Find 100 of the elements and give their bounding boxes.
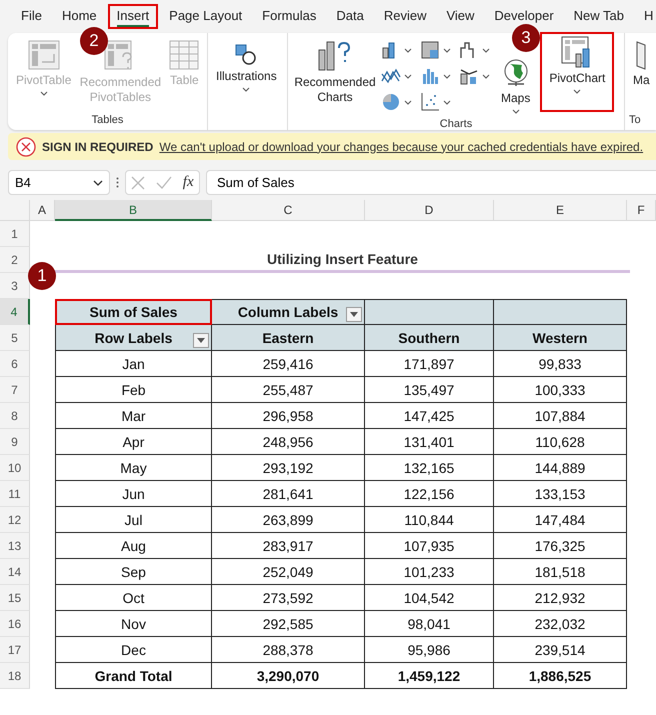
row-label-cell: Jan — [55, 351, 212, 377]
hierarchy-chart-icon — [420, 40, 440, 60]
notice-link[interactable]: We can't upload or download your changes because your cached credentials have expired. — [159, 140, 644, 154]
ribbon-tab[interactable]: H — [635, 4, 656, 29]
caret-icon — [404, 74, 412, 78]
table-cell: 181,518 — [494, 559, 627, 585]
row-header[interactable]: 4 — [0, 299, 30, 325]
column-header-cell: Southern — [365, 325, 494, 351]
pie-chart-icon — [381, 92, 401, 112]
ribbon-tab[interactable]: Data — [327, 4, 373, 29]
ribbon-tab[interactable]: New Tab — [564, 4, 634, 29]
row-label-cell: Feb — [55, 377, 212, 403]
table-cell: 144,889 — [494, 455, 627, 481]
row-header[interactable]: 5 — [0, 325, 30, 351]
caret-icon — [404, 100, 412, 104]
row-header[interactable]: 7 — [0, 377, 30, 403]
error-icon — [16, 136, 36, 156]
row-label-cell: Jun — [55, 481, 212, 507]
table-cell: 133,153 — [494, 481, 627, 507]
table-cell: 292,585 — [212, 611, 365, 637]
row-header[interactable]: 13 — [0, 533, 30, 559]
table-cell: 99,833 — [494, 351, 627, 377]
table-cell: 293,192 — [212, 455, 365, 481]
column-header[interactable]: A — [30, 200, 55, 221]
insert-function-button[interactable]: fx — [182, 174, 194, 191]
filter-button[interactable] — [346, 307, 362, 322]
ribbon-tab[interactable]: File — [12, 4, 51, 29]
row-header[interactable]: 17 — [0, 637, 30, 663]
table-cell: 263,899 — [212, 507, 365, 533]
column-header[interactable]: C — [212, 200, 365, 221]
ribbon-tab[interactable]: View — [437, 4, 484, 29]
column-labels-label: Column Labels — [238, 304, 338, 320]
ribbon-tab[interactable]: Review — [374, 4, 436, 29]
formula-field[interactable]: Sum of Sales — [206, 170, 656, 195]
dropdown-arrow-icon — [350, 312, 358, 317]
column-header-cell: Western — [494, 325, 627, 351]
column-header[interactable]: D — [365, 200, 494, 221]
column-header[interactable]: E — [494, 200, 627, 221]
illustrations-button[interactable]: Illustrations — [212, 36, 281, 96]
step-number-badge: 2 — [80, 27, 108, 55]
table-cell: 212,932 — [494, 585, 627, 611]
pivot-chart-button[interactable]: PivotChart — [540, 32, 614, 112]
row-header[interactable]: 3 — [0, 273, 30, 299]
ribbon-tab[interactable]: Formulas — [253, 4, 326, 29]
check-icon[interactable] — [156, 176, 172, 190]
table-cell: 281,641 — [212, 481, 365, 507]
map-icon — [635, 40, 648, 70]
row-header[interactable]: 18 — [0, 663, 30, 689]
caret-icon — [242, 87, 250, 92]
row-header[interactable]: 14 — [0, 559, 30, 585]
shapes-icon — [235, 44, 258, 66]
globe-icon — [502, 58, 530, 88]
row-label-cell: May — [55, 455, 212, 481]
statistic-chart-icon — [420, 66, 440, 86]
row-header[interactable]: 16 — [0, 611, 30, 637]
table-cell: 104,542 — [365, 585, 494, 611]
table-cell: 3,290,070 — [212, 663, 365, 689]
column-header-cell: Eastern — [212, 325, 365, 351]
caret-icon — [573, 89, 582, 94]
maps-button[interactable]: Maps — [497, 54, 534, 118]
caret-icon — [482, 48, 490, 52]
table-cell: 176,325 — [494, 533, 627, 559]
row-label-cell: Mar — [55, 403, 212, 429]
table-cell: 1,459,122 — [365, 663, 494, 689]
table-cell: 283,917 — [212, 533, 365, 559]
row-header[interactable]: 15 — [0, 585, 30, 611]
row-header[interactable]: 10 — [0, 455, 30, 481]
table-cell: 135,497 — [365, 377, 494, 403]
caret-icon — [404, 48, 412, 52]
table-cell: 107,935 — [365, 533, 494, 559]
ribbon-tab[interactable]: Page Layout — [160, 4, 252, 29]
row-label-cell: Apr — [55, 429, 212, 455]
row-header[interactable]: 12 — [0, 507, 30, 533]
column-header[interactable]: B — [55, 200, 212, 221]
name-box[interactable]: B4 — [8, 170, 110, 195]
row-label-cell: Grand Total — [55, 663, 212, 689]
row-header[interactable]: 9 — [0, 429, 30, 455]
more-icon — [116, 177, 119, 188]
row-labels-label: Row Labels — [94, 330, 172, 346]
row-header[interactable]: 11 — [0, 481, 30, 507]
table-cell: 110,844 — [365, 507, 494, 533]
table-cell: 147,425 — [365, 403, 494, 429]
table-cell: 255,487 — [212, 377, 365, 403]
maps-3d-button[interactable]: Ma — [629, 36, 654, 92]
table-cell: 100,333 — [494, 377, 627, 403]
recommended-charts-button[interactable]: Recommended Charts — [292, 36, 378, 109]
filter-button[interactable] — [193, 333, 209, 348]
row-header[interactable]: 1 — [0, 221, 30, 247]
row-label-cell: Sep — [55, 559, 212, 585]
row-header[interactable]: 6 — [0, 351, 30, 377]
ribbon-tab[interactable]: Home — [52, 4, 106, 29]
row-header[interactable]: 2 — [0, 247, 30, 273]
group-label: Tables — [92, 114, 124, 128]
row-header[interactable]: 8 — [0, 403, 30, 429]
column-header[interactable]: F — [627, 200, 656, 221]
ribbon-tab[interactable]: Insert — [108, 4, 158, 29]
pivot-value-field-cell[interactable]: Sum of Sales — [55, 299, 212, 325]
table-cell: 248,956 — [212, 429, 365, 455]
table-cell: 110,628 — [494, 429, 627, 455]
table-cell: 232,032 — [494, 611, 627, 637]
